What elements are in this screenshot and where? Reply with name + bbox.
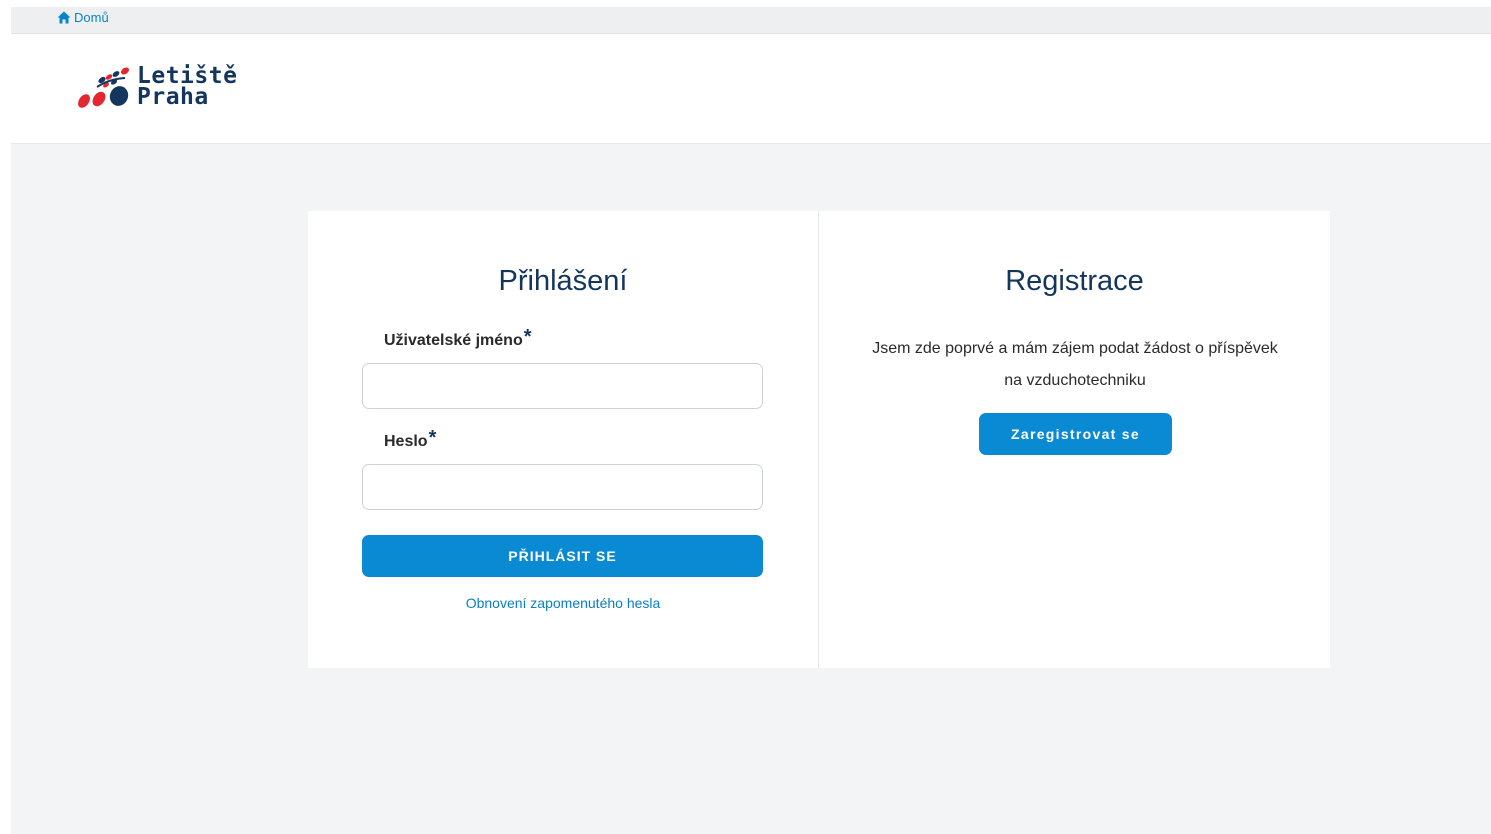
login-button[interactable]: PŘIHLÁSIT SE — [362, 535, 763, 577]
forgot-password-link[interactable]: Obnovení zapomenutého hesla — [308, 595, 818, 611]
home-link[interactable]: Domů — [57, 8, 109, 26]
registration-title: Registrace — [1005, 265, 1144, 297]
top-bar: Domů — [11, 7, 1491, 34]
page-frame: Domů Letiště Praha Přihlášení Uživatelsk… — [11, 7, 1491, 834]
auth-card: Přihlášení Uživatelské jméno* Heslo* PŘI… — [308, 211, 1330, 668]
register-button[interactable]: Zaregistrovat se — [979, 413, 1172, 455]
password-required-mark: * — [428, 427, 437, 449]
password-label-text: Heslo — [384, 433, 428, 450]
username-input[interactable] — [362, 363, 763, 409]
logo-text-line2: Praha — [137, 83, 209, 110]
airport-logo-icon — [78, 67, 129, 108]
login-panel: Přihlášení Uživatelské jméno* Heslo* PŘI… — [308, 211, 819, 668]
login-title: Přihlášení — [498, 265, 628, 297]
logo-text: Letiště Praha — [137, 64, 237, 110]
letiste-praha-logo[interactable]: Letiště Praha — [75, 64, 237, 111]
password-label: Heslo* — [384, 427, 436, 456]
password-input[interactable] — [362, 464, 763, 510]
registration-description: Jsem zde poprvé a mám zájem podat žádost… — [872, 340, 1278, 389]
site-header: Letiště Praha — [11, 34, 1491, 144]
home-link-label: Domů — [74, 9, 109, 25]
username-required-mark: * — [523, 326, 532, 348]
home-icon — [57, 11, 71, 23]
username-label-text: Uživatelské jméno — [384, 332, 523, 349]
registration-panel: Registrace Jsem zde poprvé a mám zájem p… — [819, 211, 1330, 668]
username-label: Uživatelské jméno* — [384, 326, 532, 355]
